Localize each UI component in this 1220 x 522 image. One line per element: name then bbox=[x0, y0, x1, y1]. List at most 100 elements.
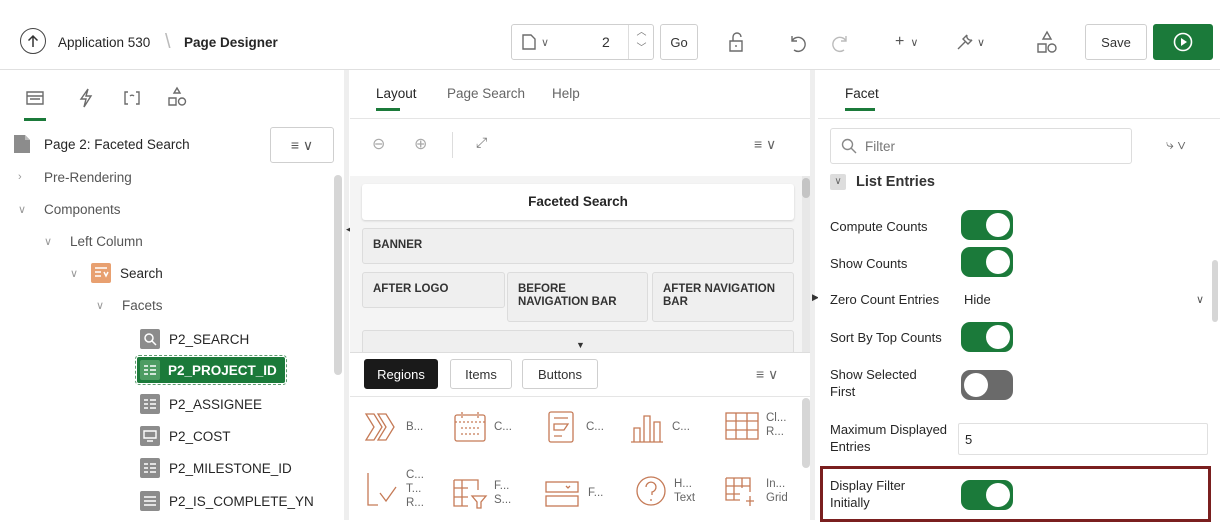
rendering-tab[interactable] bbox=[24, 90, 46, 121]
gallery-label: F... bbox=[588, 487, 604, 499]
tree-search-region[interactable]: ∨ Search bbox=[70, 260, 163, 286]
chevron-down-icon: ∨ bbox=[1195, 293, 1204, 306]
content-row-icon bbox=[367, 473, 397, 506]
page-number-input[interactable]: 2 bbox=[602, 34, 610, 50]
gallery-tab-items[interactable]: Items bbox=[450, 359, 512, 389]
gallery-menu-icon[interactable]: ≡ ∨ bbox=[756, 366, 778, 383]
breadcrumb-separator: \ bbox=[165, 31, 171, 53]
gallery-help-text[interactable]: H... Text bbox=[634, 474, 695, 508]
show-selected-first-toggle[interactable] bbox=[961, 370, 1013, 400]
section-list-entries[interactable]: ∨ List Entries bbox=[830, 174, 935, 190]
filter-input[interactable]: Filter bbox=[830, 128, 1132, 164]
page-icon bbox=[14, 135, 30, 153]
tab-label: Facet bbox=[845, 86, 879, 101]
gallery-form[interactable]: F... bbox=[544, 476, 603, 510]
tab-layout[interactable]: Layout bbox=[376, 86, 417, 111]
zoom-out-icon[interactable]: ⊖ bbox=[372, 134, 385, 154]
processing-icon[interactable] bbox=[122, 88, 142, 108]
shared-components-tab-icon[interactable] bbox=[167, 86, 187, 108]
page-node[interactable]: Page 2: Faceted Search bbox=[12, 134, 190, 154]
unlock-icon[interactable] bbox=[727, 32, 749, 54]
gallery-faceted-search[interactable]: F... S... bbox=[452, 476, 511, 510]
faceted-search-region-icon bbox=[91, 263, 111, 283]
tree-item-p2-assignee[interactable]: P2_ASSIGNEE bbox=[140, 391, 262, 417]
compute-counts-toggle[interactable] bbox=[961, 210, 1013, 240]
page-selector[interactable]: ∨ 2 ︿ ﹀ bbox=[511, 24, 654, 60]
tree-menu-button[interactable]: ≡ ∨ bbox=[270, 127, 334, 163]
add-menu-icon[interactable]: + ∨ bbox=[895, 33, 918, 51]
tree-left-column[interactable]: ∨ Left Column bbox=[44, 228, 143, 254]
collapse-section-icon[interactable]: ∨ bbox=[830, 174, 846, 190]
maximum-displayed-entries-input[interactable]: 5 bbox=[958, 423, 1208, 455]
tab-help[interactable]: Help bbox=[552, 86, 580, 101]
tree-scrollbar[interactable] bbox=[334, 175, 342, 375]
tree-pre-rendering[interactable]: › Pre-Rendering bbox=[18, 164, 132, 190]
tree-components[interactable]: ∨ Components bbox=[18, 196, 121, 222]
left-splitter[interactable] bbox=[344, 70, 349, 520]
property-editor-panel: Facet Filter ⤷ ∨ ∨ List Entries Compute … bbox=[818, 70, 1220, 522]
gallery-label: F... S... bbox=[494, 480, 512, 506]
help-circle-icon bbox=[636, 476, 666, 506]
display-filter-initially-toggle[interactable] bbox=[961, 480, 1013, 510]
gallery-classic-report[interactable]: Cl... R... bbox=[724, 408, 786, 442]
gallery-label: In... Grid bbox=[766, 478, 788, 504]
checkbox-item-icon bbox=[140, 458, 160, 478]
gallery-chart[interactable]: C... bbox=[628, 410, 690, 444]
tree-item-p2-cost[interactable]: P2_COST bbox=[140, 423, 231, 449]
page-designer-title: Page Designer bbox=[184, 35, 278, 50]
show-counts-toggle[interactable] bbox=[961, 247, 1013, 277]
gallery-scrollbar[interactable] bbox=[802, 398, 810, 468]
page-stepper[interactable]: ︿ ﹀ bbox=[628, 25, 654, 59]
properties-scrollbar[interactable] bbox=[1212, 260, 1218, 322]
layout-canvas[interactable]: Faceted Search BANNER AFTER LOGO BEFORE … bbox=[350, 176, 810, 352]
sort-by-top-counts-label: Sort By Top Counts bbox=[830, 330, 942, 345]
after-logo-position[interactable]: AFTER LOGO bbox=[362, 272, 505, 308]
collapse-gallery-arrow-icon[interactable]: ▼ bbox=[576, 340, 585, 350]
layout-menu-icon[interactable]: ≡ ∨ bbox=[754, 136, 776, 153]
gallery-calendar[interactable]: C... bbox=[452, 410, 512, 444]
go-to-group-icon[interactable]: ⤷ ∨ bbox=[1166, 136, 1186, 153]
tree-facets[interactable]: ∨ Facets bbox=[96, 292, 163, 318]
go-button[interactable]: Go bbox=[660, 24, 698, 60]
rendering-tree-panel: Page 2: Faceted Search ≡ ∨ › Pre-Renderin… bbox=[0, 70, 346, 520]
gallery-tab-regions[interactable]: Regions bbox=[364, 359, 438, 389]
run-button[interactable] bbox=[1153, 24, 1213, 60]
tab-label: Layout bbox=[376, 86, 417, 101]
dynamic-actions-lightning-icon[interactable] bbox=[78, 88, 94, 108]
shared-components-icon[interactable] bbox=[1036, 30, 1058, 54]
tab-page-search[interactable]: Page Search bbox=[447, 86, 525, 101]
expand-icon[interactable]: ⤢ bbox=[476, 134, 487, 151]
select-value: Hide bbox=[964, 291, 991, 307]
up-arrow-icon[interactable] bbox=[20, 28, 46, 54]
app-breadcrumb[interactable]: Application 530 bbox=[58, 35, 150, 50]
redo-icon[interactable] bbox=[830, 32, 852, 54]
canvas-scrollbar[interactable] bbox=[802, 176, 810, 352]
after-navigation-bar-position[interactable]: AFTER NAVIGATION BAR bbox=[652, 272, 794, 322]
gallery-label: C... T... R... bbox=[406, 469, 424, 509]
play-icon bbox=[1173, 32, 1193, 52]
tree-item-p2-milestone-id[interactable]: P2_MILESTONE_ID bbox=[140, 455, 292, 481]
tab-facet[interactable]: Facet bbox=[845, 86, 879, 111]
gallery-content-row[interactable]: C... T... R... bbox=[364, 468, 424, 510]
gallery-interactive-grid[interactable]: In... Grid bbox=[724, 474, 788, 508]
faceted-search-region[interactable]: Faceted Search bbox=[362, 184, 794, 220]
tab-label: Help bbox=[552, 86, 580, 101]
zero-count-entries-select[interactable]: Hide ∨ bbox=[958, 283, 1210, 315]
gallery-tab-buttons[interactable]: Buttons bbox=[522, 359, 598, 389]
faceted-search-icon bbox=[453, 479, 488, 509]
undo-icon[interactable] bbox=[786, 32, 808, 54]
zoom-in-icon[interactable]: ⊕ bbox=[414, 134, 427, 154]
banner-position[interactable]: BANNER bbox=[362, 228, 794, 264]
tree-label: P2_IS_COMPLETE_YN bbox=[169, 493, 314, 509]
gallery-breadcrumb[interactable]: B... bbox=[364, 410, 423, 444]
sort-by-top-counts-toggle[interactable] bbox=[961, 322, 1013, 352]
tree-item-p2-project-id[interactable]: P2_PROJECT_ID bbox=[135, 355, 287, 385]
gallery-card[interactable]: C... bbox=[544, 410, 604, 444]
form-region-icon bbox=[545, 481, 579, 507]
section-title: List Entries bbox=[856, 174, 935, 190]
tree-item-p2-search[interactable]: P2_SEARCH bbox=[140, 326, 249, 352]
tree-item-p2-is-complete-yn[interactable]: P2_IS_COMPLETE_YN bbox=[140, 488, 314, 514]
save-button[interactable]: Save bbox=[1085, 24, 1147, 60]
utilities-wrench-icon[interactable]: ∨ bbox=[955, 32, 985, 52]
before-navigation-bar-position[interactable]: BEFORE NAVIGATION BAR bbox=[507, 272, 648, 322]
